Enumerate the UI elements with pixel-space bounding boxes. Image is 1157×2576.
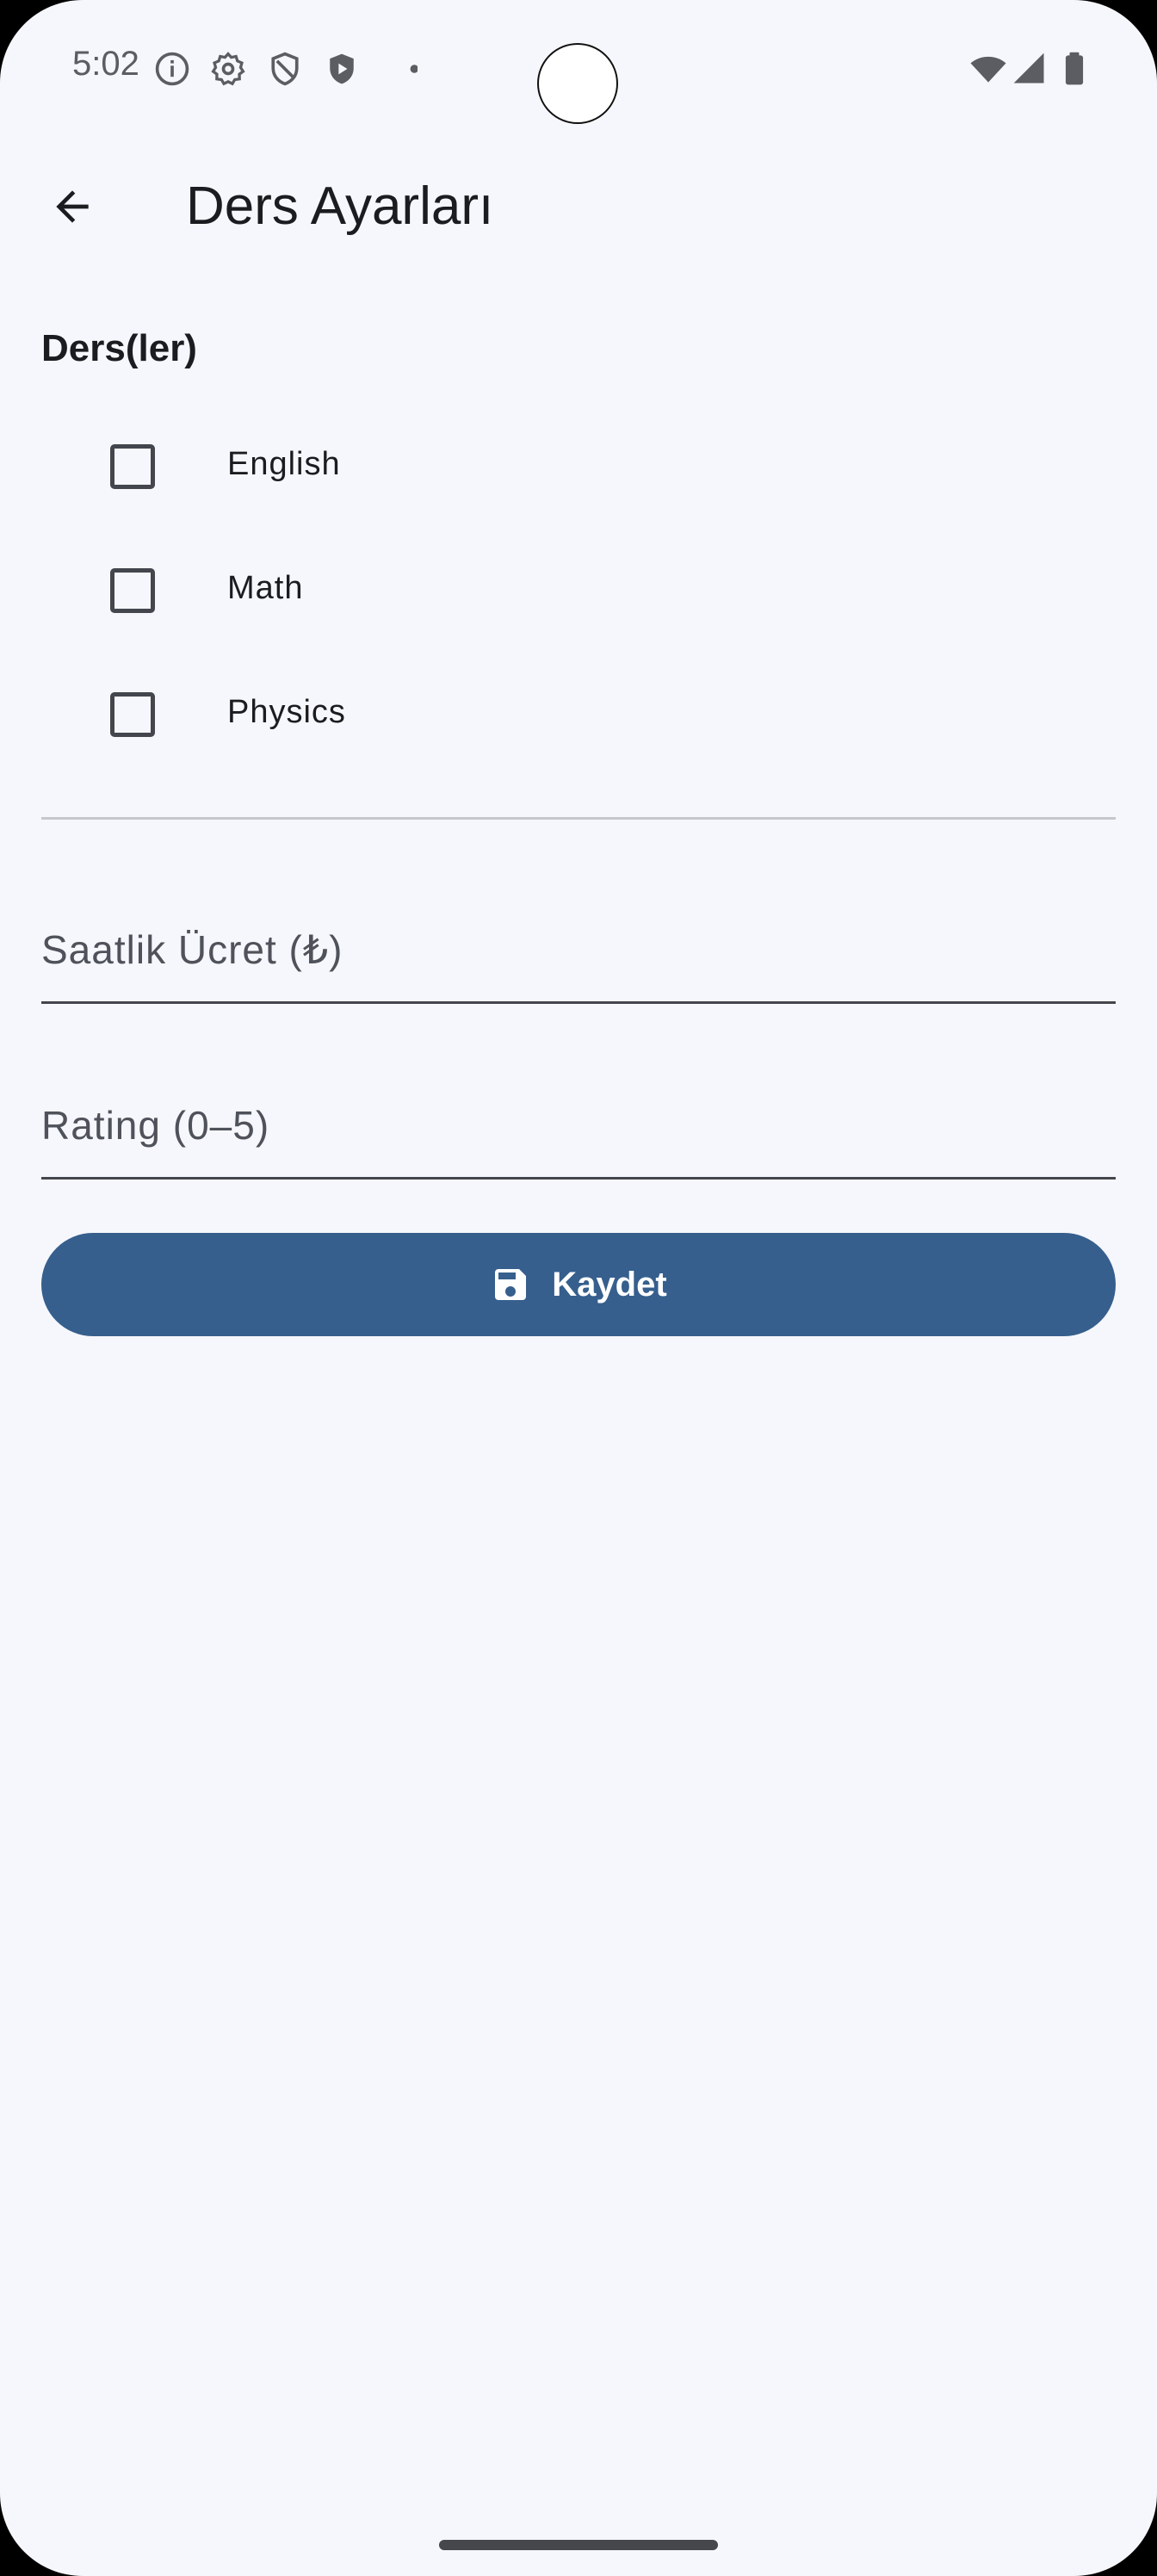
checkbox-label: English bbox=[227, 446, 341, 482]
app-bar: Ders Ayarları bbox=[0, 138, 1157, 276]
wifi-icon bbox=[969, 50, 1007, 88]
play-shield-icon bbox=[323, 50, 361, 88]
checkbox[interactable] bbox=[110, 444, 155, 489]
battery-icon bbox=[1055, 50, 1093, 88]
status-bar: 5:02 bbox=[0, 0, 1157, 138]
checkbox-label: Math bbox=[227, 570, 304, 606]
arrow-back-icon bbox=[56, 190, 89, 223]
save-icon bbox=[495, 1269, 527, 1300]
hourly-rate-field[interactable] bbox=[41, 863, 1116, 1004]
info-icon bbox=[153, 50, 191, 88]
checkbox[interactable] bbox=[110, 568, 155, 613]
status-time: 5:02 bbox=[72, 45, 139, 83]
back-button[interactable] bbox=[31, 165, 114, 248]
front-camera bbox=[537, 43, 618, 124]
lesson-checkbox-english[interactable]: English bbox=[41, 408, 1116, 525]
dot-icon bbox=[380, 50, 418, 88]
divider bbox=[41, 817, 1116, 820]
lesson-checkbox-physics[interactable]: Physics bbox=[41, 656, 1116, 773]
rating-field[interactable] bbox=[41, 1038, 1116, 1180]
rating-input[interactable] bbox=[41, 1038, 1116, 1180]
checkbox[interactable] bbox=[110, 692, 155, 737]
page-title: Ders Ayarları bbox=[186, 176, 494, 236]
shield-icon bbox=[266, 50, 304, 88]
checkbox-label: Physics bbox=[227, 694, 346, 730]
cellular-signal-icon bbox=[1011, 50, 1049, 88]
hourly-rate-input[interactable] bbox=[41, 863, 1116, 1004]
lessons-section-title: Ders(ler) bbox=[41, 327, 197, 369]
lesson-checkbox-math[interactable]: Math bbox=[41, 532, 1116, 649]
settings-icon bbox=[209, 50, 247, 88]
gesture-navigation-bar[interactable] bbox=[439, 2540, 718, 2550]
save-button-label: Kaydet bbox=[552, 1265, 667, 1303]
save-button[interactable]: Kaydet bbox=[41, 1233, 1116, 1336]
phone-screen: 5:02 Ders Ayarları Ders(ler) English Mat… bbox=[0, 0, 1157, 2576]
